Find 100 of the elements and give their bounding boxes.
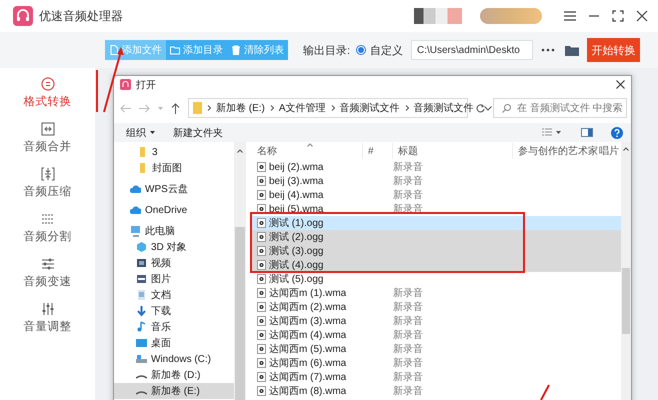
nav-item[interactable]: WPS云盘 [114, 181, 234, 197]
download-arrow-icon [136, 305, 147, 317]
file-name: 测试 (1).ogg [269, 216, 324, 230]
column-header[interactable]: 名称 [251, 143, 363, 159]
file-row[interactable]: beij (4).wma 新录音 [251, 188, 621, 202]
file-row[interactable]: beij (2).wma 新录音 [251, 160, 621, 174]
sidebar-item[interactable]: 音频合并 [8, 122, 88, 167]
file-row[interactable]: 达闻西m (7).wma 新录音 [251, 370, 621, 384]
file-row[interactable]: 测试 (2).ogg [251, 230, 621, 244]
refresh-icon[interactable] [476, 104, 485, 112]
file-row[interactable]: 测试 (3).ogg [251, 244, 621, 258]
scroll-up-icon[interactable] [237, 149, 243, 153]
scrollbar-thumb[interactable] [235, 227, 245, 400]
breadcrumb-item[interactable]: 音频测试文件 [340, 101, 400, 115]
file-name: 达闻西m (1).wma [269, 286, 346, 300]
blurred-avatar[interactable] [414, 8, 462, 24]
file-row[interactable]: 达闻西m (6).wma 新录音 [251, 356, 621, 370]
nav-item[interactable]: 封面图 [114, 160, 234, 176]
file-row[interactable]: 测试 (4).ogg [251, 258, 621, 272]
output-path-field[interactable]: C:\Users\admin\Deskto [411, 40, 533, 60]
nav-item[interactable]: 图片 [114, 271, 234, 287]
scrollbar[interactable] [234, 142, 246, 400]
help-icon[interactable] [611, 126, 623, 138]
audio-file-icon [257, 372, 266, 382]
caret-icon[interactable] [556, 131, 561, 134]
breadcrumb-item[interactable]: A文件管理 [278, 101, 326, 115]
chevron-down-icon[interactable] [484, 106, 492, 110]
preview-pane-icon[interactable] [581, 128, 593, 137]
sort-up-icon [307, 143, 313, 147]
nav-item[interactable]: Windows (C:) [114, 351, 234, 367]
file-name: 测试 (3).ogg [269, 244, 324, 258]
chevron-right-icon [330, 105, 335, 111]
nav-item[interactable]: 3 [114, 144, 234, 160]
file-title: 新录音 [393, 330, 423, 341]
file-row[interactable]: 达闻西m (8).wma 新录音 [251, 384, 621, 398]
file-row[interactable]: 达闻西m (2).wma 新录音 [251, 300, 621, 314]
up-arrow-icon[interactable] [171, 102, 180, 114]
fullscreen-icon[interactable] [612, 10, 624, 22]
audio-file-icon [257, 288, 266, 298]
file-name: 测试 (2).ogg [269, 230, 324, 244]
command-button[interactable]: 新建文件夹 [173, 126, 223, 140]
nav-item[interactable]: 文档 [114, 287, 234, 303]
file-row[interactable]: 达闻西m (4).wma 新录音 [251, 328, 621, 342]
trash-icon [231, 45, 241, 55]
file-title: 新录音 [393, 358, 423, 369]
custom-radio[interactable]: 自定义 [356, 42, 403, 58]
nav-item[interactable]: 新加卷 (D:) [114, 367, 234, 383]
sidebar-item[interactable]: 音频变速 [8, 257, 88, 302]
folder-icon[interactable] [565, 44, 579, 56]
folder-icon [193, 102, 202, 114]
close-icon[interactable] [616, 80, 625, 89]
breadcrumb-item[interactable]: 新加卷 (E:) [216, 101, 265, 115]
file-row[interactable]: beij (3).wma 新录音 [251, 174, 621, 188]
breadcrumb-item[interactable]: 音频测试文件 [414, 101, 474, 115]
more-icon[interactable] [541, 48, 555, 52]
nav-item[interactable]: 音乐 [114, 319, 234, 335]
file-row[interactable]: 达闻西m (5).wma 新录音 [251, 342, 621, 356]
menu-icon[interactable] [564, 11, 576, 21]
command-button[interactable]: 组织 [126, 126, 155, 140]
file-row[interactable]: 测试 (5).ogg [251, 272, 621, 286]
file-row[interactable]: 达闻西m (3).wma 新录音 [251, 314, 621, 328]
audio-file-icon [257, 386, 266, 396]
sidebar-item[interactable]: 音量调整 [8, 302, 88, 347]
nav-item[interactable]: 桌面 [114, 335, 234, 351]
cloud-icon [130, 204, 141, 216]
sidebar-item[interactable]: 格式转换 [8, 77, 88, 122]
file-title: 新录音 [393, 288, 423, 299]
column-header[interactable]: # [363, 143, 393, 159]
document-icon [136, 289, 147, 301]
sidebar-item[interactable]: 音频压缩 [8, 167, 88, 212]
view-options-icon[interactable] [542, 128, 552, 138]
app-logo-icon [120, 79, 131, 90]
audio-file-icon [257, 204, 266, 214]
folder-icon [170, 45, 180, 55]
file-title: 新录音 [393, 344, 423, 355]
radio-label: 自定义 [370, 44, 403, 58]
column-header[interactable]: 标题 [393, 143, 513, 159]
file-row[interactable]: 达闻西m (1).wma 新录音 [251, 286, 621, 300]
nav-item[interactable]: 下载 [114, 303, 234, 319]
audio-file-icon [257, 176, 266, 186]
nav-item[interactable]: 新加卷 (E:) [114, 383, 234, 399]
scrollbar-thumb[interactable] [622, 268, 630, 334]
nav-item[interactable]: 3D 对象 [114, 239, 234, 255]
scroll-up-icon[interactable] [623, 147, 629, 151]
file-row[interactable]: 测试 (1).ogg [251, 216, 621, 230]
radio-button[interactable] [356, 45, 366, 55]
file-title: 新录音 [393, 316, 423, 327]
sidebar-item[interactable]: 音频分割 [8, 212, 88, 257]
column-header[interactable]: 唱片 [597, 143, 621, 159]
start-convert-button[interactable]: 开始转换 [587, 38, 640, 62]
close-icon[interactable] [636, 10, 648, 22]
nav-item[interactable]: 视频 [114, 255, 234, 271]
scrollbar[interactable] [621, 142, 631, 400]
file-title: 新录音 [393, 386, 423, 397]
nav-item[interactable]: OneDrive [114, 202, 234, 218]
column-header[interactable]: 参与创作的艺术家 [513, 143, 597, 159]
sliders-icon [40, 257, 54, 271]
nav-item[interactable]: 此电脑 [114, 223, 234, 239]
merge-icon [40, 122, 54, 136]
app-title: 优速音频处理器 [39, 8, 123, 24]
